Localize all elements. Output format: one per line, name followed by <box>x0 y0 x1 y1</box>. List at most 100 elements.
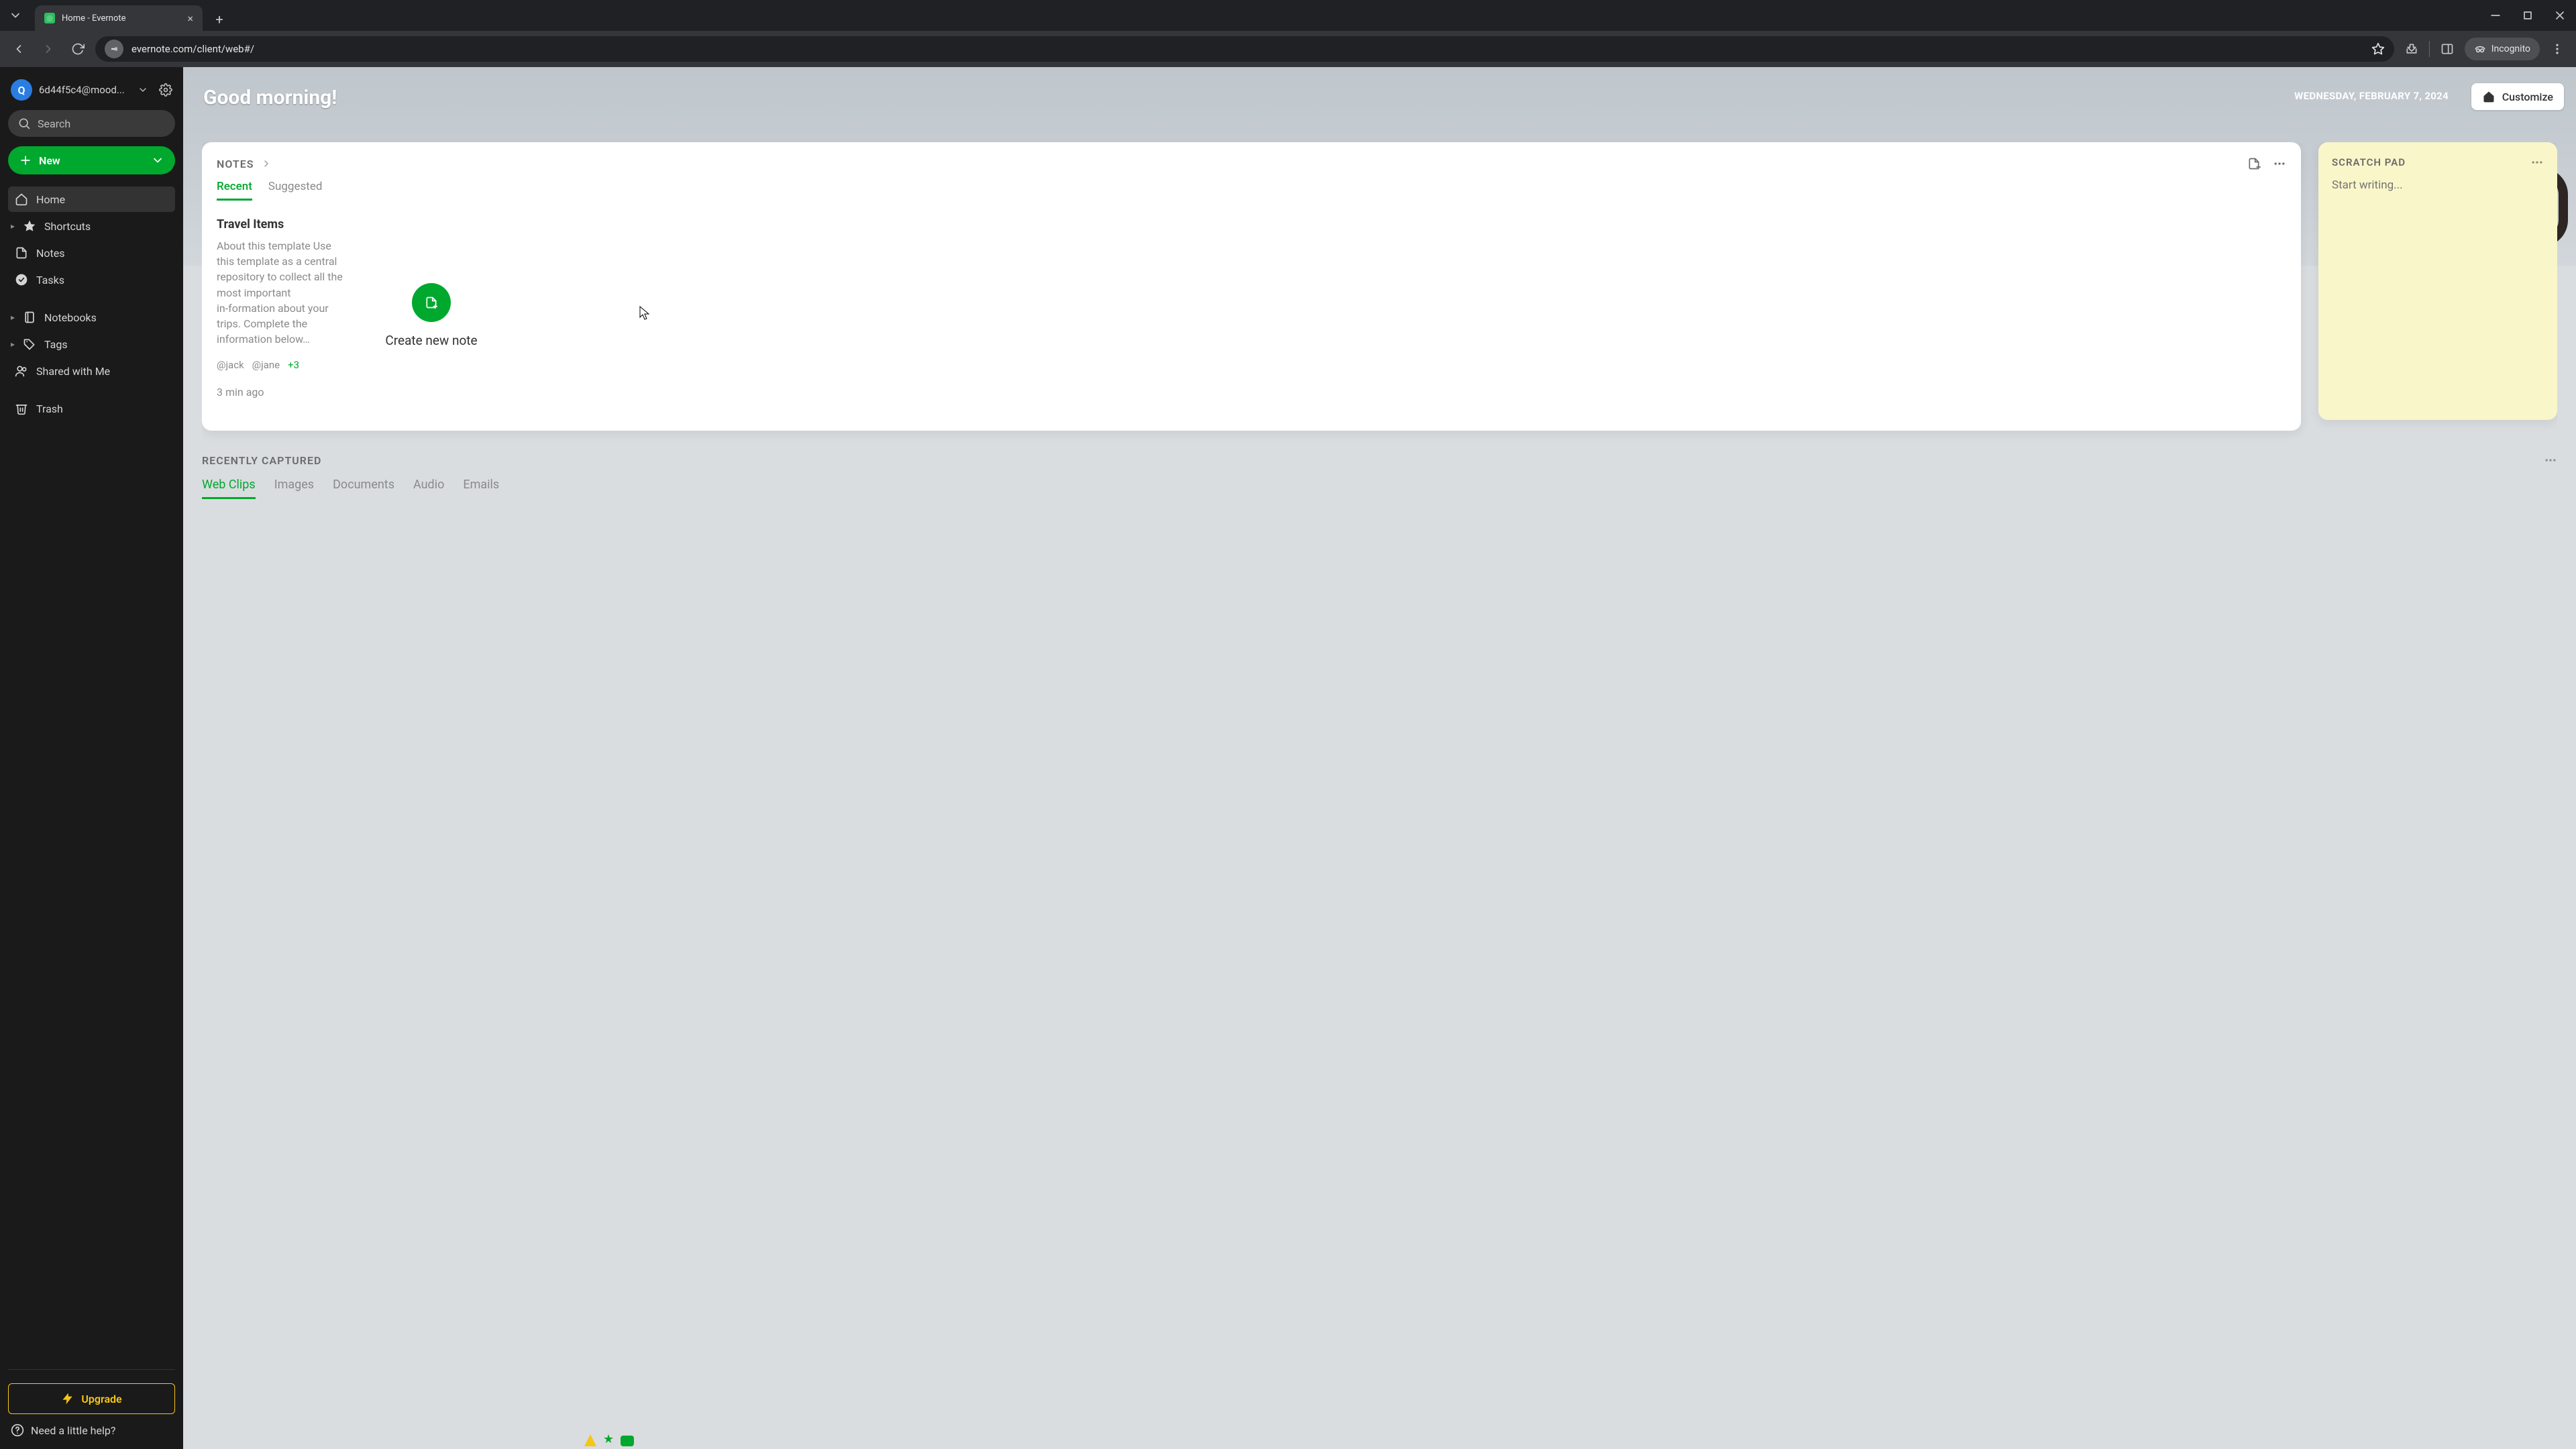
browser-tab-active[interactable]: Home - Evernote × <box>35 5 203 31</box>
customize-label: Customize <box>2502 91 2553 103</box>
nav-trash-label: Trash <box>36 402 63 415</box>
app-main: Good morning! WEDNESDAY, FEBRUARY 7, 202… <box>183 67 2576 1449</box>
address-bar[interactable]: evernote.com/client/web#/ <box>95 36 2394 62</box>
caret-icon[interactable]: ▸ <box>11 221 17 231</box>
rtab-documents[interactable]: Documents <box>333 478 394 499</box>
nav-home-label: Home <box>36 193 65 206</box>
search-input[interactable]: Search <box>8 110 175 137</box>
nav-shared-label: Shared with Me <box>36 365 110 378</box>
notebook-icon <box>23 311 36 324</box>
create-note-tile[interactable]: Create new note <box>358 217 505 413</box>
chevron-right-icon[interactable] <box>261 158 272 169</box>
chevron-down-icon <box>151 154 164 167</box>
extensions-button[interactable] <box>2400 37 2424 61</box>
note-icon <box>15 246 28 260</box>
nav-shortcuts-label: Shortcuts <box>44 220 91 233</box>
app-sidebar: Q 6d44f5c4@mood... Search New Home <box>0 67 183 1449</box>
date-text: WEDNESDAY, FEBRUARY 7, 2024 <box>2294 90 2449 102</box>
tag-icon <box>23 337 36 351</box>
back-button[interactable] <box>7 37 31 61</box>
customize-icon <box>2482 90 2496 103</box>
side-panel-button[interactable] <box>2435 37 2459 61</box>
upgrade-label: Upgrade <box>81 1393 121 1405</box>
help-link[interactable]: Need a little help? <box>8 1424 175 1440</box>
notes-more-button[interactable] <box>2273 157 2286 170</box>
new-tab-button[interactable]: + <box>208 8 231 31</box>
search-placeholder: Search <box>38 117 70 130</box>
site-info-button[interactable] <box>105 40 123 58</box>
window-close-button[interactable] <box>2544 0 2576 31</box>
nav-tags-label: Tags <box>44 338 68 351</box>
new-button[interactable]: New <box>8 146 175 174</box>
notes-title[interactable]: NOTES <box>217 158 254 170</box>
forward-button[interactable] <box>36 37 60 61</box>
tab-recent[interactable]: Recent <box>217 180 252 201</box>
note-tag: @jane <box>252 359 280 371</box>
plus-icon <box>19 154 32 167</box>
note-tag-more: +3 <box>288 359 299 371</box>
scratch-textarea[interactable] <box>2332 178 2544 407</box>
window-minimize-button[interactable] <box>2479 0 2512 31</box>
bolt-icon <box>61 1392 74 1405</box>
incognito-label: Incognito <box>2491 44 2530 54</box>
scratch-more-button[interactable] <box>2530 156 2544 169</box>
check-circle-icon <box>15 273 28 286</box>
star-icon <box>23 219 36 233</box>
nav-tasks[interactable]: Tasks <box>8 267 175 292</box>
rtab-emails[interactable]: Emails <box>463 478 499 499</box>
rtab-web-clips[interactable]: Web Clips <box>202 478 256 499</box>
help-icon <box>11 1424 24 1437</box>
nav-notebooks[interactable]: ▸ Notebooks <box>8 305 175 330</box>
nav-notes[interactable]: Notes <box>8 240 175 266</box>
recent-more-button[interactable] <box>2544 453 2557 467</box>
rtab-images[interactable]: Images <box>274 478 314 499</box>
tab-search-button[interactable] <box>0 0 31 31</box>
note-card[interactable]: Travel Items About this template Use thi… <box>217 217 344 413</box>
new-note-icon-button[interactable] <box>2247 157 2261 170</box>
upgrade-button[interactable]: Upgrade <box>8 1383 175 1414</box>
notes-widget: NOTES Rec <box>202 142 2301 431</box>
divider <box>8 1369 175 1370</box>
reload-button[interactable] <box>66 37 90 61</box>
trash-icon <box>15 402 28 415</box>
nav-home[interactable]: Home <box>8 186 175 212</box>
account-chevron-icon[interactable] <box>138 85 148 95</box>
close-tab-button[interactable]: × <box>187 12 193 25</box>
home-icon <box>15 193 28 206</box>
create-note-label: Create new note <box>385 333 477 348</box>
rtab-audio[interactable]: Audio <box>413 478 444 499</box>
window-maximize-button[interactable] <box>2512 0 2544 31</box>
scratch-title: SCRATCH PAD <box>2332 156 2406 168</box>
nav-notebooks-label: Notebooks <box>44 311 97 324</box>
settings-icon[interactable] <box>159 83 172 97</box>
new-label: New <box>39 154 60 167</box>
people-icon <box>15 364 28 378</box>
recent-title: RECENTLY CAPTURED <box>202 454 321 467</box>
customize-button[interactable]: Customize <box>2471 83 2564 110</box>
nav-notes-label: Notes <box>36 247 65 260</box>
greeting-text: Good morning! <box>203 86 337 109</box>
url-text: evernote.com/client/web#/ <box>131 43 254 55</box>
nav-shared[interactable]: Shared with Me <box>8 358 175 384</box>
nav-trash[interactable]: Trash <box>8 396 175 421</box>
avatar[interactable]: Q <box>11 79 32 101</box>
incognito-indicator[interactable]: Incognito <box>2465 38 2540 60</box>
toolbar-separator <box>2429 41 2430 57</box>
note-snippet: About this template Use this template as… <box>217 238 344 347</box>
note-title: Travel Items <box>217 217 344 231</box>
caret-icon[interactable]: ▸ <box>11 313 17 322</box>
evernote-favicon <box>44 13 55 23</box>
search-icon <box>17 117 31 130</box>
browser-menu-button[interactable] <box>2545 37 2569 61</box>
bookmark-button[interactable] <box>2371 42 2385 56</box>
tab-suggested[interactable]: Suggested <box>268 180 323 201</box>
scratch-pad-widget: SCRATCH PAD <box>2318 142 2557 420</box>
tab-title: Home - Evernote <box>62 13 126 23</box>
nav-shortcuts[interactable]: ▸ Shortcuts <box>8 213 175 239</box>
account-name[interactable]: 6d44f5c4@mood... <box>39 84 131 96</box>
nav-tags[interactable]: ▸ Tags <box>8 331 175 357</box>
create-note-icon <box>412 283 451 322</box>
browser-toolbar: evernote.com/client/web#/ Incognito <box>0 31 2576 67</box>
caret-icon[interactable]: ▸ <box>11 339 17 349</box>
empty-state-graphic: ★ <box>584 1432 634 1446</box>
